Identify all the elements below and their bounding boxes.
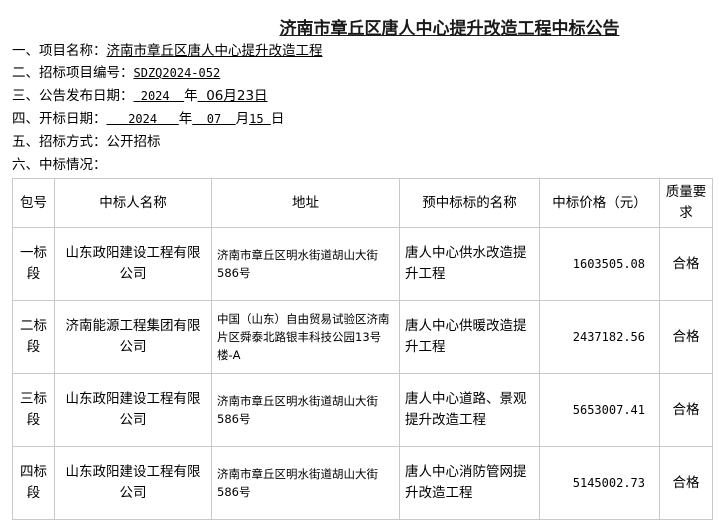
package-cell: 二标段 — [12, 300, 55, 374]
publish-date-label: 三、公告发布日期： — [12, 88, 134, 104]
table-row: 二标段 济南能源工程集团有限公司 中国（山东）自由贸易试验区济南片区舜泰北路银丰… — [12, 300, 713, 374]
page-title: 济南市章丘区唐人中心提升改造工程中标公告 — [279, 19, 620, 39]
quality-cell: 合格 — [659, 227, 713, 301]
open-month-unit: 月 — [235, 111, 250, 127]
table-row: 三标段 山东政阳建设工程有限公司 济南市章丘区明水街道胡山大街586号 唐人中心… — [12, 373, 713, 447]
method-line: 五、招标方式：公开招标 — [12, 131, 161, 153]
bidder-cell: 山东政阳建设工程有限公司 — [54, 227, 212, 301]
open-year: 2024 — [128, 112, 158, 126]
price-cell: 1603505.08 — [539, 227, 660, 301]
bidder-cell: 济南能源工程集团有限公司 — [54, 300, 212, 374]
open-day-unit: 日 — [270, 111, 285, 127]
address-cell: 济南市章丘区明水街道胡山大街586号 — [211, 227, 400, 301]
package-cell: 一标段 — [12, 227, 55, 301]
publish-year: 2024 — [140, 89, 170, 103]
header-item: 预中标标的名称 — [399, 178, 540, 228]
header-quality: 质量要求 — [659, 178, 713, 228]
item-cell: 唐人中心消防管网提升改造工程 — [399, 446, 540, 520]
open-date-label: 四、开标日期： — [12, 111, 107, 127]
item-cell: 唐人中心供暖改造提升工程 — [399, 300, 540, 374]
address-cell: 济南市章丘区明水街道胡山大街586号 — [211, 373, 400, 447]
result-heading: 六、中标情况： — [12, 154, 107, 176]
project-name-line: 一、项目名称：济南市章丘区唐人中心提升改造工程 — [12, 40, 323, 62]
open-month: 07 — [206, 112, 222, 126]
table-header-row: 包号 中标人名称 地址 预中标标的名称 中标价格（元） 质量要求 — [12, 178, 713, 228]
table-row: 一标段 山东政阳建设工程有限公司 济南市章丘区明水街道胡山大街586号 唐人中心… — [12, 227, 713, 301]
method-label: 五、招标方式： — [12, 134, 107, 150]
header-package: 包号 — [12, 178, 55, 228]
publish-year-unit: 年 — [184, 88, 198, 104]
quality-cell: 合格 — [659, 446, 713, 520]
item-cell: 唐人中心道路、景观提升改造工程 — [399, 373, 540, 447]
package-cell: 四标段 — [12, 446, 55, 520]
project-name-value: 济南市章丘区唐人中心提升改造工程 — [106, 43, 323, 59]
address-cell: 中国（山东）自由贸易试验区济南片区舜泰北路银丰科技公园13号楼-A — [211, 300, 400, 374]
project-no-value: SDZQ2024-052 — [133, 66, 221, 80]
method-value: 公开招标 — [106, 134, 161, 150]
header-bidder: 中标人名称 — [54, 178, 212, 228]
publish-monthday: 06月23日 — [206, 88, 268, 104]
project-name-label: 一、项目名称： — [12, 43, 107, 59]
header-price: 中标价格（元） — [539, 178, 660, 228]
award-table: 包号 中标人名称 地址 预中标标的名称 中标价格（元） 质量要求 一标段 山东政… — [12, 178, 713, 520]
quality-cell: 合格 — [659, 373, 713, 447]
open-day: 15 — [249, 112, 264, 126]
price-cell: 2437182.56 — [539, 300, 660, 374]
header-address: 地址 — [211, 178, 400, 228]
package-cell: 三标段 — [12, 373, 55, 447]
price-cell: 5145002.73 — [539, 446, 660, 520]
table-row: 四标段 山东政阳建设工程有限公司 济南市章丘区明水街道胡山大街586号 唐人中心… — [12, 446, 713, 520]
quality-cell: 合格 — [659, 300, 713, 374]
bidder-cell: 山东政阳建设工程有限公司 — [54, 373, 212, 447]
project-no-line: 二、招标项目编号：SDZQ2024-052 — [12, 62, 220, 84]
publish-date-line: 三、公告发布日期： 2024 年 06月23日 — [12, 85, 268, 107]
address-cell: 济南市章丘区明水街道胡山大街586号 — [211, 446, 400, 520]
bidder-cell: 山东政阳建设工程有限公司 — [54, 446, 212, 520]
result-label: 六、中标情况： — [12, 157, 107, 173]
item-cell: 唐人中心供水改造提升工程 — [399, 227, 540, 301]
open-date-line: 四、开标日期： 2024 年 07 月15 日 — [12, 108, 284, 130]
project-no-label: 二、招标项目编号： — [12, 65, 134, 81]
open-year-unit: 年 — [178, 111, 193, 127]
price-cell: 5653007.41 — [539, 373, 660, 447]
